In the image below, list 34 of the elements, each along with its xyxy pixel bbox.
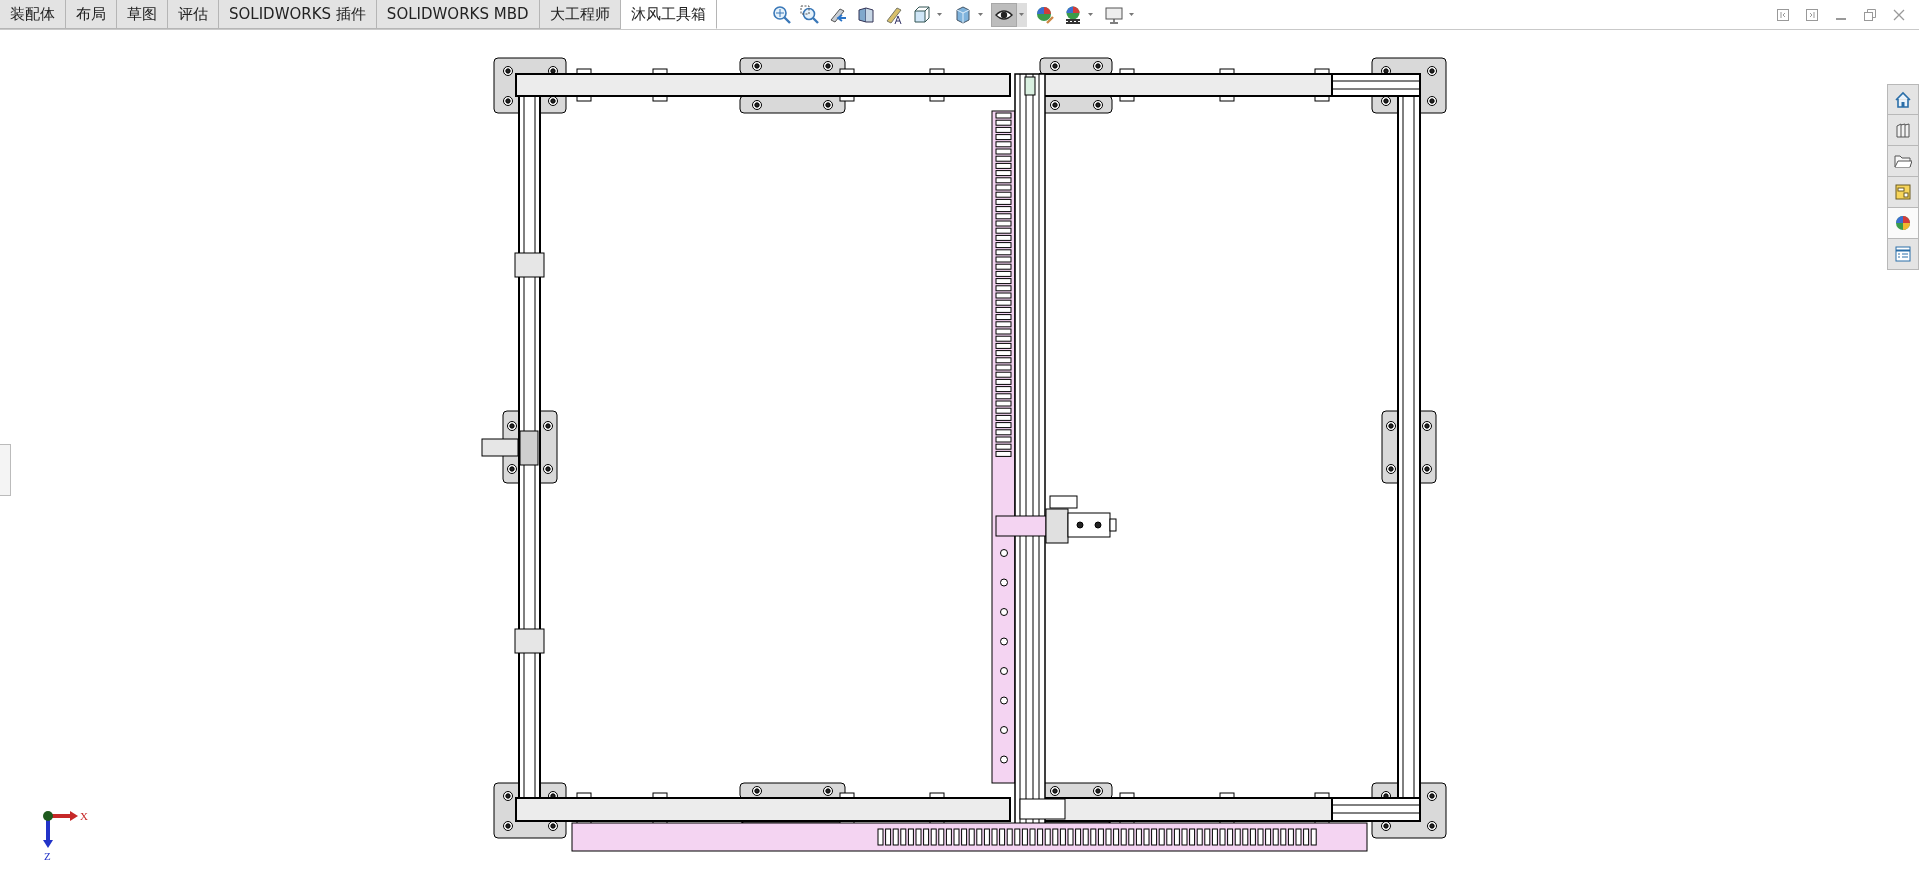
- ribbon-tab[interactable]: SOLIDWORKS 插件: [219, 0, 377, 29]
- home-tab[interactable]: [1887, 84, 1919, 115]
- books-icon: [1894, 121, 1912, 139]
- ribbon-tab[interactable]: 评估: [168, 0, 219, 29]
- properties-tab[interactable]: [1887, 239, 1919, 270]
- color-wheel-icon: [1894, 214, 1912, 232]
- tile-left-icon[interactable]: [1777, 8, 1789, 21]
- axis-label: X: [80, 810, 88, 822]
- zoom-area-icon: [799, 4, 820, 25]
- ribbon-tab[interactable]: 草图: [117, 0, 168, 29]
- magnifier-icon: [771, 4, 792, 25]
- monitor-icon: [1103, 4, 1124, 25]
- ribbon-tab[interactable]: 布局: [66, 0, 117, 29]
- palette-tab[interactable]: [1887, 177, 1919, 208]
- ribbon-tab[interactable]: 大工程师: [539, 0, 621, 29]
- list-icon: [1894, 245, 1912, 263]
- axis-label: Z: [44, 850, 51, 862]
- hide-show-button[interactable]: [990, 2, 1017, 27]
- home-icon: [1894, 90, 1912, 109]
- appearances-tab[interactable]: [1887, 208, 1919, 239]
- ribbon-tab[interactable]: 装配体: [0, 0, 66, 29]
- folder-icon: [1894, 152, 1912, 170]
- ribbon-tab[interactable]: SOLIDWORKS MBD: [376, 0, 540, 29]
- panel-collapse-handle[interactable]: [0, 444, 11, 496]
- library-tab[interactable]: [1887, 115, 1919, 146]
- cube-icon: [911, 4, 932, 25]
- explorer-tab[interactable]: [1887, 146, 1919, 177]
- palette-icon: [1894, 183, 1912, 201]
- tile-right-icon[interactable]: [1806, 8, 1818, 21]
- axis-triad-icon: [43, 811, 78, 848]
- close-icon[interactable]: [1893, 8, 1905, 21]
- section-view-icon: [855, 4, 876, 25]
- color-wheel-icon: [1034, 4, 1055, 25]
- restore-icon[interactable]: [1864, 8, 1876, 21]
